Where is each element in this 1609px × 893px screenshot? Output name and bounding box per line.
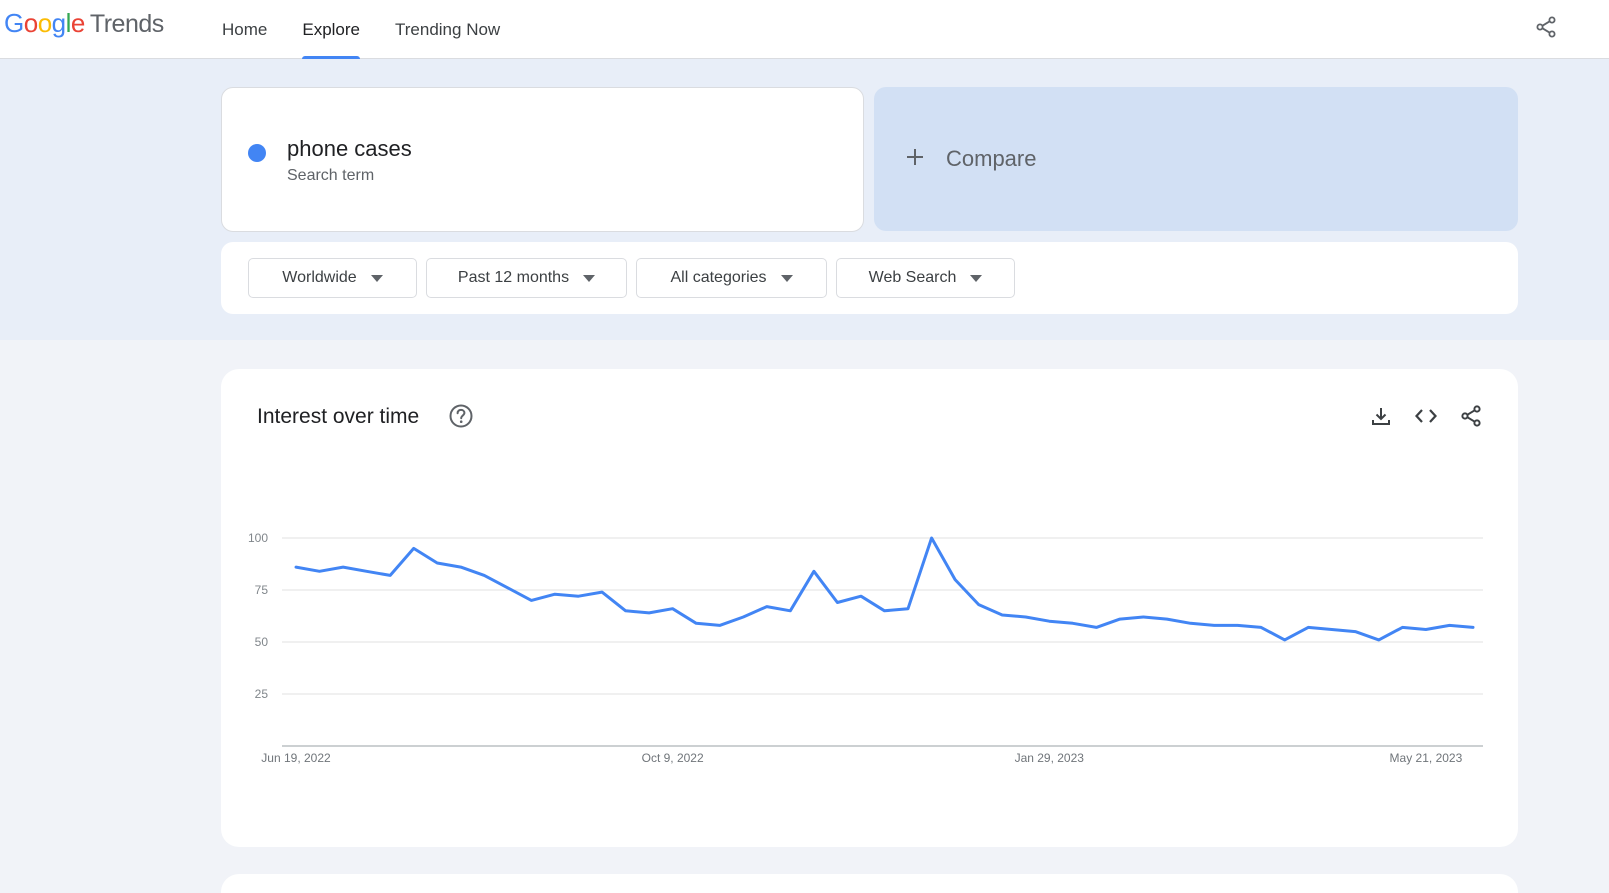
data-point — [434, 560, 440, 566]
data-point — [834, 599, 840, 605]
main-nav: Home Explore Trending Now — [210, 0, 523, 60]
data-point — [623, 608, 629, 614]
data-point — [1117, 616, 1123, 622]
data-point — [999, 612, 1005, 618]
data-point — [1070, 620, 1076, 626]
filter-search-type-dropdown[interactable]: Web Search — [836, 258, 1015, 298]
y-tick-label: 50 — [255, 635, 269, 649]
data-point — [505, 585, 511, 591]
data-point — [364, 568, 370, 574]
data-point — [1470, 624, 1476, 630]
series-line — [294, 536, 1475, 642]
compare-label: Compare — [946, 146, 1037, 171]
interest-over-time-chart[interactable]: 25 50 75 100 Jun 19, 2022 Oct 9, 2022 Jan 29, … — [221, 369, 1518, 847]
data-point — [1211, 622, 1217, 628]
data-point — [1352, 629, 1358, 635]
x-tick-label: Oct 9, 2022 — [642, 751, 704, 765]
data-point — [387, 572, 393, 578]
interest-over-time-card: Interest over time 25 50 75 100 Jun 19, 2022… — [221, 369, 1518, 847]
data-point — [905, 606, 911, 612]
data-point — [929, 535, 935, 541]
x-tick-label: Jan 29, 2023 — [1015, 751, 1085, 765]
search-term-name[interactable]: phone cases — [287, 136, 412, 162]
x-tick-label: Jun 19, 2022 — [261, 751, 331, 765]
top-app-bar: Google Trends Home Explore Trending Now — [0, 0, 1609, 60]
data-point — [1305, 624, 1311, 630]
data-point — [1282, 637, 1288, 643]
data-point — [340, 564, 346, 570]
data-point — [717, 622, 723, 628]
dropdown-arrow-icon — [583, 274, 596, 282]
data-point — [882, 608, 888, 614]
data-point — [317, 568, 323, 574]
nav-explore[interactable]: Explore — [290, 0, 372, 60]
data-point — [1399, 624, 1405, 630]
data-point — [293, 564, 299, 570]
data-point — [481, 572, 487, 578]
data-point — [858, 593, 864, 599]
data-point — [1258, 624, 1264, 630]
data-point — [458, 564, 464, 570]
next-section-card — [221, 874, 1518, 893]
share-icon[interactable] — [1531, 12, 1561, 42]
dropdown-arrow-icon — [780, 274, 793, 282]
filter-category-dropdown[interactable]: All categories — [636, 258, 827, 298]
data-point — [787, 608, 793, 614]
google-trends-logo[interactable]: Google Trends — [4, 8, 164, 42]
search-term-card[interactable]: phone cases Search term — [221, 87, 864, 232]
nav-home[interactable]: Home — [210, 0, 279, 59]
filter-location-dropdown[interactable]: Worldwide — [248, 258, 417, 298]
dropdown-arrow-icon — [370, 274, 383, 282]
data-point — [411, 545, 417, 551]
data-point — [1164, 616, 1170, 622]
data-point — [528, 597, 534, 603]
dropdown-arrow-icon — [970, 274, 983, 282]
data-point — [740, 614, 746, 620]
data-point — [1023, 614, 1029, 620]
compare-button[interactable]: Compare — [874, 87, 1518, 231]
data-point — [1046, 618, 1052, 624]
search-term-type: Search term — [287, 167, 375, 184]
data-point — [670, 606, 676, 612]
term-color-dot — [248, 144, 266, 162]
data-point — [764, 604, 770, 610]
filter-time-range-dropdown[interactable]: Past 12 months — [426, 258, 627, 298]
filters-bar: Worldwide Past 12 months All categories … — [221, 242, 1518, 314]
logo-product-name: Trends — [89, 10, 164, 38]
data-point — [811, 568, 817, 574]
data-point — [976, 602, 982, 608]
data-point — [575, 593, 581, 599]
data-point — [599, 589, 605, 595]
y-tick-label: 75 — [255, 583, 269, 597]
data-point — [1329, 627, 1335, 633]
data-point — [646, 610, 652, 616]
data-point — [1376, 637, 1382, 643]
data-point — [1235, 622, 1241, 628]
x-tick-label: May 21, 2023 — [1390, 751, 1463, 765]
nav-trending-now[interactable]: Trending Now — [383, 0, 512, 59]
y-tick-label: 25 — [255, 687, 269, 701]
data-point — [1423, 627, 1429, 633]
data-point — [552, 591, 558, 597]
data-point — [693, 620, 699, 626]
data-point — [1093, 624, 1099, 630]
data-point — [1140, 614, 1146, 620]
data-point — [952, 577, 958, 583]
data-point — [1188, 620, 1194, 626]
plus-icon — [904, 145, 930, 173]
data-point — [1446, 622, 1452, 628]
y-tick-label: 100 — [248, 531, 268, 545]
